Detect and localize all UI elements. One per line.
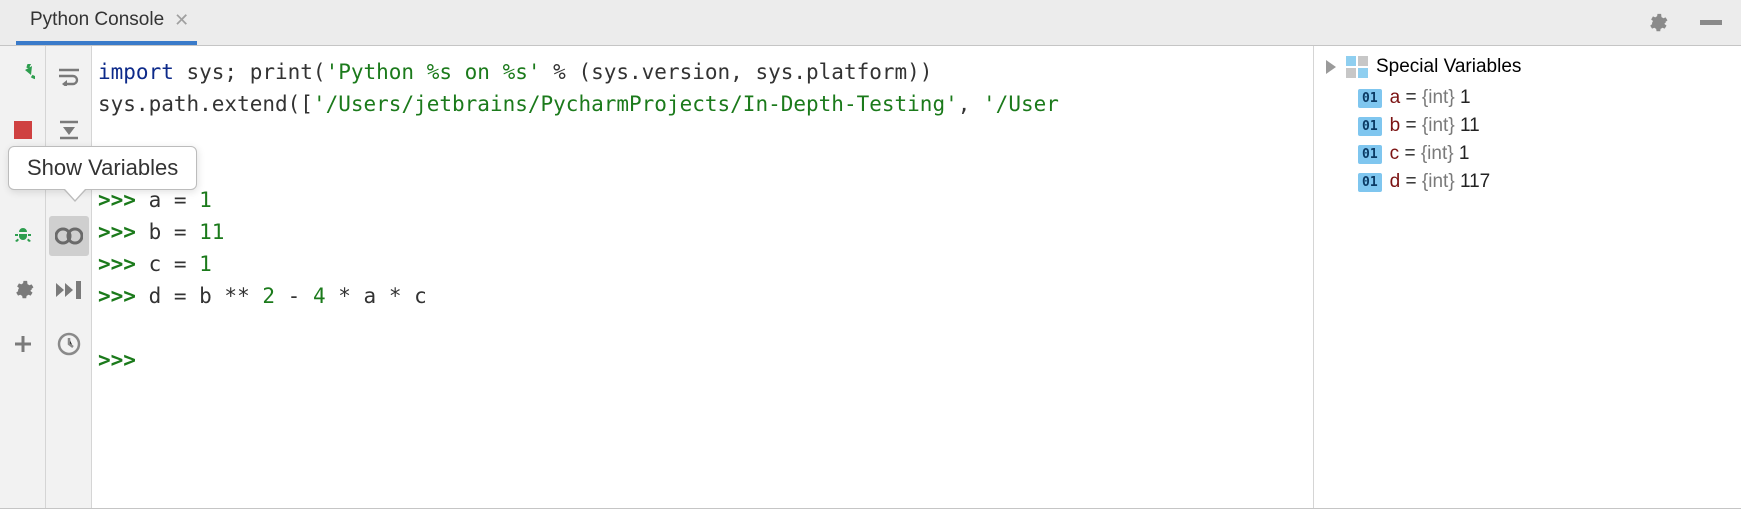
equals: =: [1406, 115, 1417, 136]
expand-caret-icon[interactable]: [1326, 60, 1336, 74]
equals: =: [1404, 143, 1415, 164]
special-variables-node[interactable]: Special Variables: [1326, 56, 1729, 78]
code-number: 1: [199, 188, 212, 212]
python-console-panel: Python Console ✕: [0, 0, 1741, 509]
code-number: 4: [313, 284, 326, 308]
code-text: c =: [149, 252, 200, 276]
int-badge-icon: 01: [1358, 173, 1382, 192]
code-number: 1: [199, 252, 212, 276]
prompt: >>>: [98, 252, 149, 276]
tab-label: Python Console: [30, 9, 164, 31]
variable-type: {int}: [1422, 87, 1455, 108]
gear-icon[interactable]: [1637, 3, 1677, 43]
prompt: >>>: [98, 284, 149, 308]
variables-header-label: Special Variables: [1376, 56, 1521, 78]
equals: =: [1406, 87, 1417, 108]
variables-pane: Special Variables 01 a = {int} 1 01 b = …: [1314, 46, 1741, 508]
stop-icon[interactable]: [3, 110, 43, 150]
variable-value: 11: [1460, 115, 1480, 136]
code-string: '/User: [983, 92, 1059, 116]
int-badge-icon: 01: [1358, 145, 1382, 164]
variable-value: 117: [1460, 171, 1490, 192]
code-text: sys; print(: [174, 60, 326, 84]
prompt: >>>: [98, 348, 149, 372]
panel-body: import sys; print('Python %s on %s' % (s…: [0, 46, 1741, 508]
variable-row[interactable]: 01 c = {int} 1: [1326, 140, 1729, 168]
variable-name: d: [1390, 171, 1401, 192]
code-keyword: import: [98, 60, 174, 84]
scroll-to-end-icon[interactable]: [49, 110, 89, 150]
variable-value: 1: [1459, 143, 1470, 164]
show-variables-icon[interactable]: [49, 216, 89, 256]
variable-type: {int}: [1422, 171, 1455, 192]
code-string: '/Users/jetbrains/PycharmProjects/In-Dep…: [313, 92, 958, 116]
variable-row[interactable]: 01 b = {int} 11: [1326, 112, 1729, 140]
code-number: 11: [199, 220, 224, 244]
variable-name: c: [1390, 143, 1400, 164]
variable-name: b: [1390, 115, 1401, 136]
code-text: * a * c: [326, 284, 427, 308]
code-text: a =: [149, 188, 200, 212]
variables-group-icon: [1346, 56, 1368, 78]
code-text: -: [275, 284, 313, 308]
variable-row[interactable]: 01 d = {int} 117: [1326, 168, 1729, 196]
int-badge-icon: 01: [1358, 117, 1382, 136]
settings-icon[interactable]: [3, 270, 43, 310]
rerun-icon[interactable]: [3, 56, 43, 96]
tooltip: Show Variables: [8, 146, 197, 190]
code-text: % (sys.version, sys.platform)): [541, 60, 933, 84]
int-badge-icon: 01: [1358, 89, 1382, 108]
code-number: 2: [262, 284, 275, 308]
left-toolbar-1: [0, 46, 46, 508]
tab-python-console[interactable]: Python Console ✕: [16, 0, 197, 45]
code-text: b =: [149, 220, 200, 244]
hide-icon[interactable]: [1691, 3, 1731, 43]
code-text: sys.path.extend([: [98, 92, 313, 116]
history-icon[interactable]: [49, 324, 89, 364]
tooltip-text: Show Variables: [27, 155, 178, 180]
left-toolbar-2: [46, 46, 92, 508]
code-text: d = b **: [149, 284, 263, 308]
variable-row[interactable]: 01 a = {int} 1: [1326, 84, 1729, 112]
close-icon[interactable]: ✕: [174, 10, 189, 31]
console-output[interactable]: import sys; print('Python %s on %s' % (s…: [92, 46, 1314, 508]
tool-window-tabbar: Python Console ✕: [0, 0, 1741, 46]
code-text: ,: [958, 92, 983, 116]
show-command-queue-icon[interactable]: [49, 270, 89, 310]
soft-wrap-icon[interactable]: [49, 56, 89, 96]
variable-value: 1: [1460, 87, 1471, 108]
debug-icon[interactable]: [3, 216, 43, 256]
code-string: 'Python %s on %s': [326, 60, 541, 84]
variable-name: a: [1390, 87, 1401, 108]
prompt: >>>: [98, 188, 149, 212]
variable-type: {int}: [1421, 143, 1454, 164]
prompt: >>>: [98, 220, 149, 244]
variable-type: {int}: [1422, 115, 1455, 136]
equals: =: [1406, 171, 1417, 192]
new-console-icon[interactable]: [3, 324, 43, 364]
